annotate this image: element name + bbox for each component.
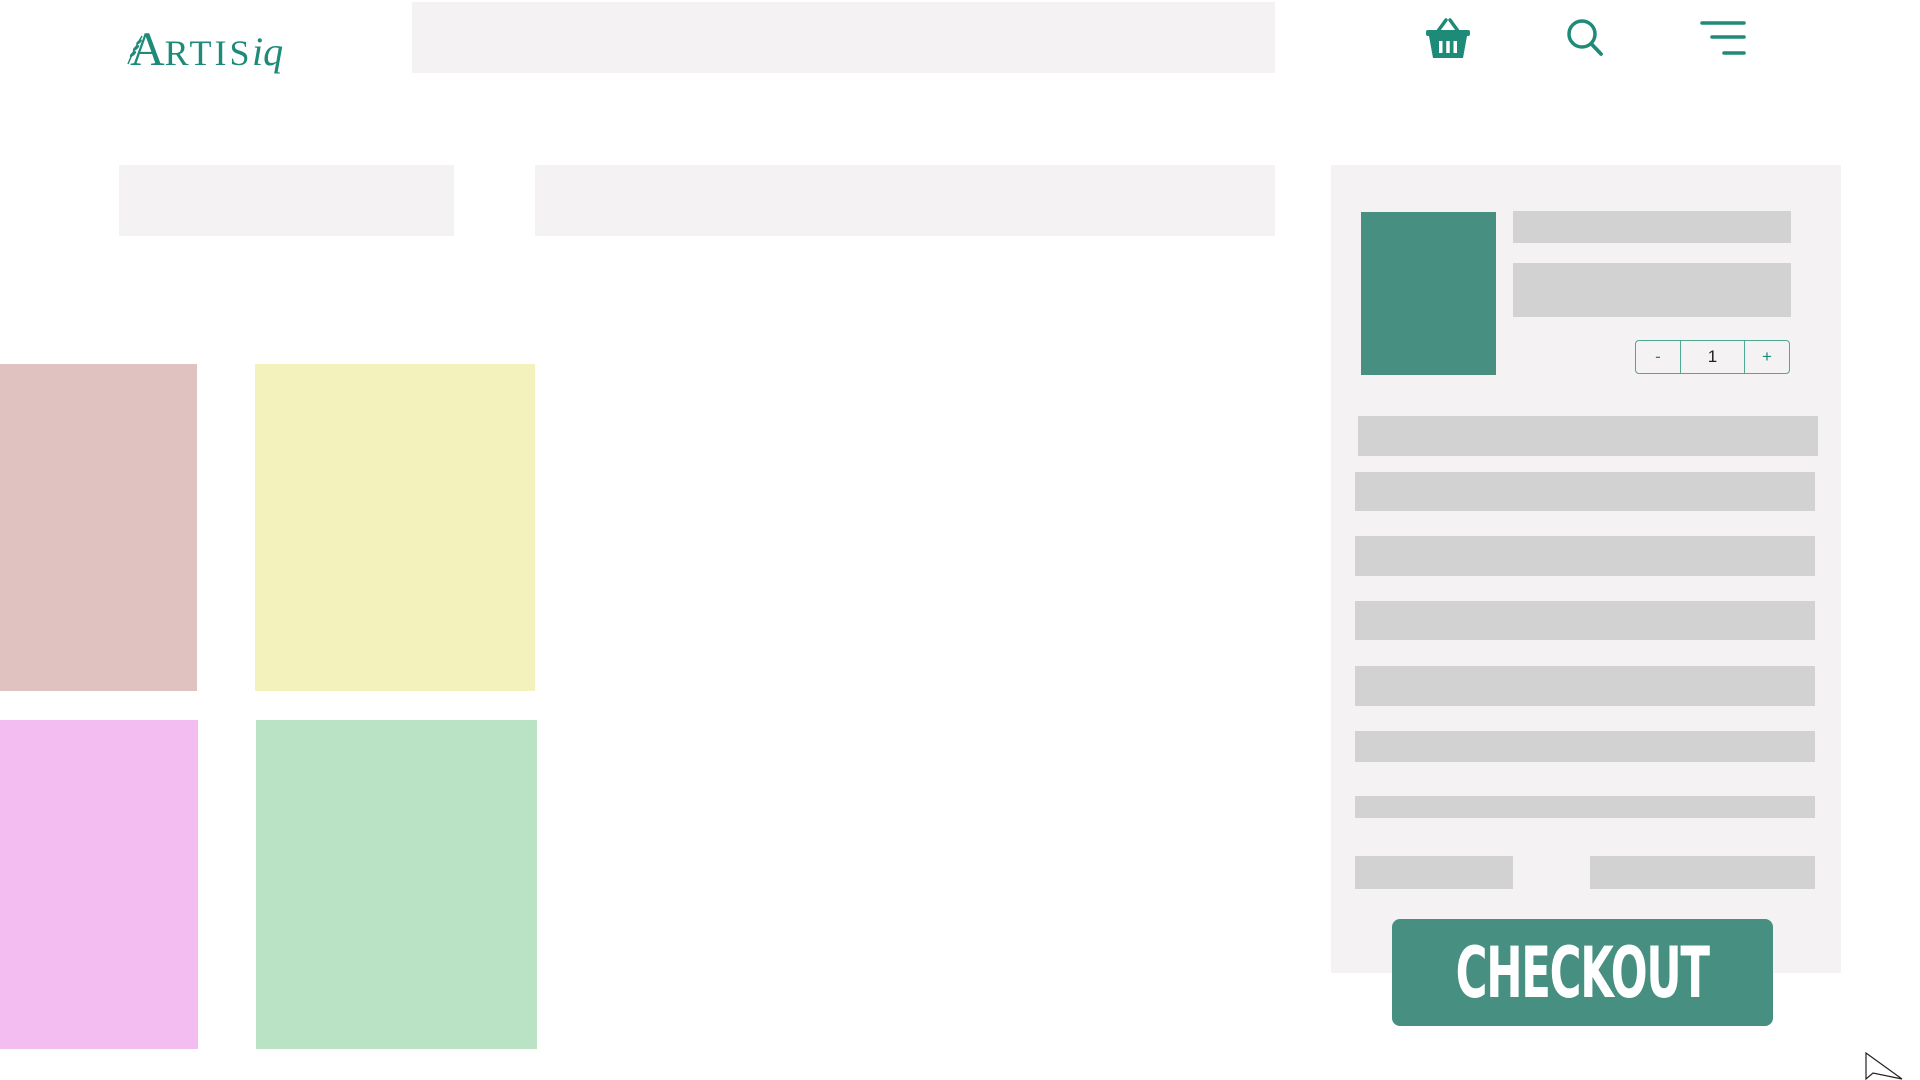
- quantity-decrease-button[interactable]: -: [1636, 341, 1680, 373]
- product-tile[interactable]: [0, 364, 197, 691]
- filter-placeholder-left[interactable]: [119, 165, 454, 236]
- summary-line-placeholder: [1355, 601, 1815, 640]
- checkout-button[interactable]: CHECKOUT: [1392, 919, 1773, 1026]
- total-value-placeholder: [1590, 856, 1815, 889]
- search-bar-placeholder[interactable]: [412, 2, 1275, 73]
- logo-wordmark: ARTIS: [130, 23, 253, 76]
- summary-line-placeholder: [1355, 796, 1815, 818]
- basket-button[interactable]: [1422, 14, 1474, 64]
- menu-icon: [1700, 21, 1746, 55]
- filter-placeholder-right[interactable]: [535, 165, 1275, 236]
- summary-line-placeholder: [1355, 536, 1815, 576]
- summary-line-placeholder: [1355, 472, 1815, 511]
- total-label-placeholder: [1355, 856, 1513, 889]
- product-tile[interactable]: [0, 720, 198, 1049]
- quantity-stepper[interactable]: - 1 +: [1635, 340, 1790, 374]
- summary-line-placeholder: [1355, 666, 1815, 706]
- brand-logo[interactable]: ARTIS iq: [124, 14, 294, 76]
- quantity-value[interactable]: 1: [1680, 341, 1745, 373]
- quantity-increase-button[interactable]: +: [1745, 341, 1789, 373]
- summary-line-placeholder: [1355, 731, 1815, 762]
- product-tile[interactable]: [255, 364, 535, 691]
- basket-icon: [1426, 18, 1470, 58]
- summary-line-placeholder: [1358, 416, 1818, 456]
- menu-button[interactable]: [1700, 18, 1746, 60]
- mouse-cursor-icon: [1865, 1052, 1903, 1080]
- cart-item-subtitle-placeholder: [1513, 263, 1791, 317]
- search-icon: [1567, 19, 1603, 56]
- cart-item-thumbnail: [1361, 212, 1496, 375]
- cart-item-title-placeholder: [1513, 211, 1791, 243]
- search-button[interactable]: [1564, 16, 1606, 60]
- product-tile[interactable]: [256, 720, 537, 1049]
- logo-suffix: iq: [252, 29, 284, 74]
